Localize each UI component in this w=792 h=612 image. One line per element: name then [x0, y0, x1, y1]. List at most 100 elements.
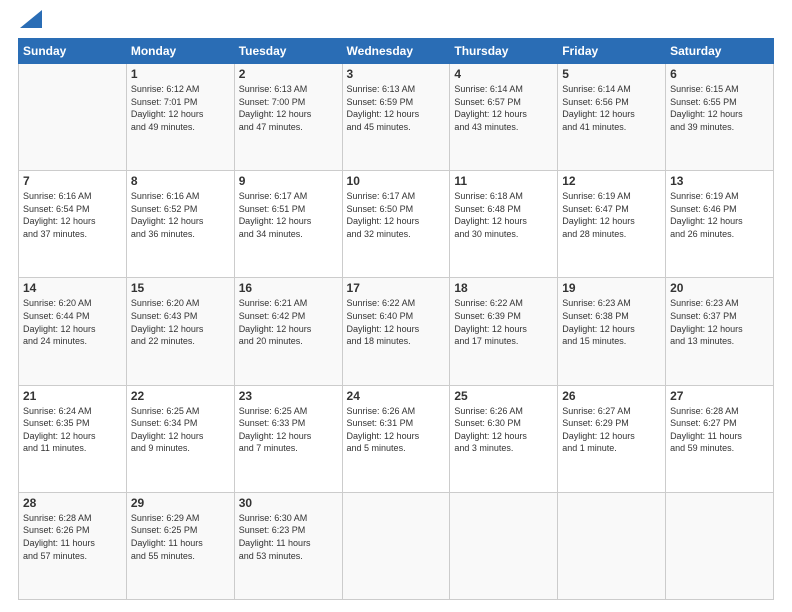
- calendar-cell: 29Sunrise: 6:29 AMSunset: 6:25 PMDayligh…: [126, 492, 234, 599]
- day-info: Sunrise: 6:28 AM: [670, 405, 769, 418]
- day-info: and 17 minutes.: [454, 335, 553, 348]
- calendar-cell: 1Sunrise: 6:12 AMSunset: 7:01 PMDaylight…: [126, 64, 234, 171]
- day-number: 28: [23, 496, 122, 510]
- day-info: Sunset: 6:29 PM: [562, 417, 661, 430]
- calendar-cell: 18Sunrise: 6:22 AMSunset: 6:39 PMDayligh…: [450, 278, 558, 385]
- day-info: Daylight: 12 hours: [562, 108, 661, 121]
- day-info: Daylight: 11 hours: [131, 537, 230, 550]
- calendar-cell: 24Sunrise: 6:26 AMSunset: 6:31 PMDayligh…: [342, 385, 450, 492]
- calendar-cell: 4Sunrise: 6:14 AMSunset: 6:57 PMDaylight…: [450, 64, 558, 171]
- day-info: and 9 minutes.: [131, 442, 230, 455]
- day-info: Sunrise: 6:12 AM: [131, 83, 230, 96]
- day-info: Sunrise: 6:16 AM: [23, 190, 122, 203]
- calendar-week-row: 1Sunrise: 6:12 AMSunset: 7:01 PMDaylight…: [19, 64, 774, 171]
- day-info: Sunrise: 6:15 AM: [670, 83, 769, 96]
- day-info: Daylight: 11 hours: [23, 537, 122, 550]
- day-number: 27: [670, 389, 769, 403]
- day-info: Daylight: 12 hours: [454, 108, 553, 121]
- header: [18, 18, 774, 28]
- day-number: 29: [131, 496, 230, 510]
- day-number: 16: [239, 281, 338, 295]
- calendar-cell: 27Sunrise: 6:28 AMSunset: 6:27 PMDayligh…: [666, 385, 774, 492]
- calendar-cell: 26Sunrise: 6:27 AMSunset: 6:29 PMDayligh…: [558, 385, 666, 492]
- day-info: Sunset: 6:40 PM: [347, 310, 446, 323]
- day-number: 19: [562, 281, 661, 295]
- day-info: Sunset: 6:23 PM: [239, 524, 338, 537]
- day-info: Sunset: 6:51 PM: [239, 203, 338, 216]
- day-info: Sunset: 7:00 PM: [239, 96, 338, 109]
- weekday-header: Monday: [126, 39, 234, 64]
- day-info: and 22 minutes.: [131, 335, 230, 348]
- day-info: Sunrise: 6:22 AM: [347, 297, 446, 310]
- day-info: and 57 minutes.: [23, 550, 122, 563]
- day-info: and 28 minutes.: [562, 228, 661, 241]
- day-info: Sunset: 6:35 PM: [23, 417, 122, 430]
- day-info: and 5 minutes.: [347, 442, 446, 455]
- day-info: Sunset: 6:26 PM: [23, 524, 122, 537]
- day-info: and 26 minutes.: [670, 228, 769, 241]
- day-info: Daylight: 12 hours: [239, 323, 338, 336]
- day-info: and 34 minutes.: [239, 228, 338, 241]
- day-info: and 59 minutes.: [670, 442, 769, 455]
- day-number: 3: [347, 67, 446, 81]
- day-number: 17: [347, 281, 446, 295]
- day-info: Sunrise: 6:18 AM: [454, 190, 553, 203]
- day-info: Sunset: 6:47 PM: [562, 203, 661, 216]
- day-info: Daylight: 12 hours: [131, 323, 230, 336]
- day-number: 7: [23, 174, 122, 188]
- weekday-header: Tuesday: [234, 39, 342, 64]
- day-info: Sunrise: 6:20 AM: [131, 297, 230, 310]
- day-info: Sunrise: 6:13 AM: [347, 83, 446, 96]
- day-info: Daylight: 12 hours: [454, 430, 553, 443]
- day-info: and 11 minutes.: [23, 442, 122, 455]
- day-info: Daylight: 12 hours: [347, 108, 446, 121]
- day-number: 6: [670, 67, 769, 81]
- day-number: 12: [562, 174, 661, 188]
- calendar-cell: 21Sunrise: 6:24 AMSunset: 6:35 PMDayligh…: [19, 385, 127, 492]
- logo-icon: [20, 10, 42, 28]
- day-info: Sunset: 7:01 PM: [131, 96, 230, 109]
- day-info: and 39 minutes.: [670, 121, 769, 134]
- day-info: and 53 minutes.: [239, 550, 338, 563]
- calendar-cell: 14Sunrise: 6:20 AMSunset: 6:44 PMDayligh…: [19, 278, 127, 385]
- day-info: Sunset: 6:54 PM: [23, 203, 122, 216]
- day-number: 13: [670, 174, 769, 188]
- day-info: and 30 minutes.: [454, 228, 553, 241]
- calendar-cell: 25Sunrise: 6:26 AMSunset: 6:30 PMDayligh…: [450, 385, 558, 492]
- day-info: and 49 minutes.: [131, 121, 230, 134]
- calendar-cell: 5Sunrise: 6:14 AMSunset: 6:56 PMDaylight…: [558, 64, 666, 171]
- calendar-cell: 23Sunrise: 6:25 AMSunset: 6:33 PMDayligh…: [234, 385, 342, 492]
- day-info: Sunset: 6:33 PM: [239, 417, 338, 430]
- day-info: Sunset: 6:48 PM: [454, 203, 553, 216]
- day-info: Sunset: 6:42 PM: [239, 310, 338, 323]
- calendar-cell: 30Sunrise: 6:30 AMSunset: 6:23 PMDayligh…: [234, 492, 342, 599]
- weekday-header: Sunday: [19, 39, 127, 64]
- calendar-table: SundayMondayTuesdayWednesdayThursdayFrid…: [18, 38, 774, 600]
- day-number: 26: [562, 389, 661, 403]
- day-info: Sunset: 6:52 PM: [131, 203, 230, 216]
- day-info: and 45 minutes.: [347, 121, 446, 134]
- day-info: Sunset: 6:43 PM: [131, 310, 230, 323]
- logo: [18, 18, 42, 28]
- calendar-cell: 16Sunrise: 6:21 AMSunset: 6:42 PMDayligh…: [234, 278, 342, 385]
- day-number: 24: [347, 389, 446, 403]
- day-number: 11: [454, 174, 553, 188]
- day-number: 21: [23, 389, 122, 403]
- calendar-cell: [666, 492, 774, 599]
- day-info: Sunrise: 6:17 AM: [347, 190, 446, 203]
- day-info: Daylight: 12 hours: [131, 215, 230, 228]
- day-info: Sunset: 6:38 PM: [562, 310, 661, 323]
- calendar-week-row: 7 Sunrise: 6:16 AMSunset: 6:54 PM Daylight…: [19, 171, 774, 278]
- calendar-week-row: 28Sunrise: 6:28 AMSunset: 6:26 PMDayligh…: [19, 492, 774, 599]
- calendar-cell: 9Sunrise: 6:17 AMSunset: 6:51 PMDaylight…: [234, 171, 342, 278]
- day-info: and 36 minutes.: [131, 228, 230, 241]
- calendar-cell: 17Sunrise: 6:22 AMSunset: 6:40 PMDayligh…: [342, 278, 450, 385]
- day-number: 14: [23, 281, 122, 295]
- day-info: Sunset: 6:50 PM: [347, 203, 446, 216]
- day-info: Sunrise: 6:25 AM: [239, 405, 338, 418]
- day-info: Sunrise: 6:27 AM: [562, 405, 661, 418]
- weekday-header: Saturday: [666, 39, 774, 64]
- calendar-cell: [450, 492, 558, 599]
- day-info: and 15 minutes.: [562, 335, 661, 348]
- day-info: Daylight: 12 hours: [454, 215, 553, 228]
